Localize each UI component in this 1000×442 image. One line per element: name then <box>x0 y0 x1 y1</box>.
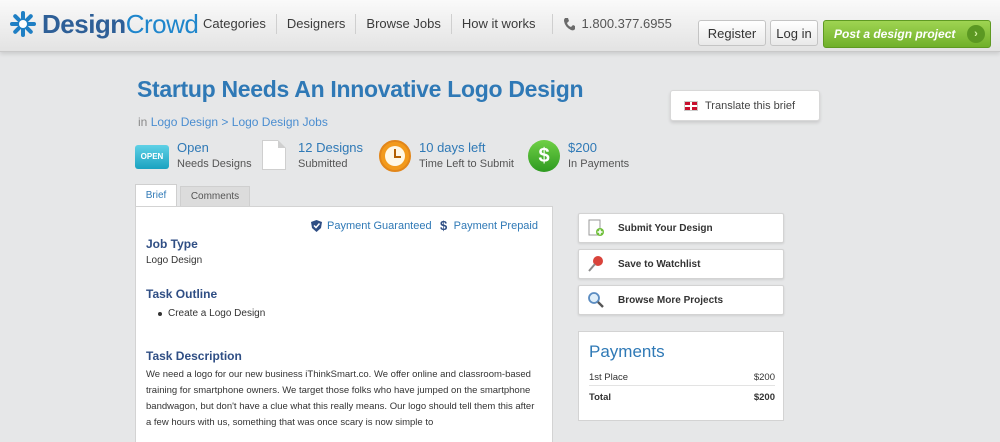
designs-count: 12 Designs <box>298 140 364 155</box>
document-icon <box>262 140 286 170</box>
page-title: Startup Needs An Innovative Logo Design <box>137 76 584 102</box>
stat-status: OPEN Open Needs Designs <box>135 140 252 170</box>
payment-value: $200 <box>568 140 597 155</box>
post-design-project-button[interactable]: Post a design project › <box>823 20 991 48</box>
task-description-heading: Task Description <box>146 349 242 363</box>
dollar-icon: $ <box>528 140 560 172</box>
payment-guaranteed[interactable]: Payment Guaranteed <box>311 219 432 232</box>
time-left-label: Time Left to Submit <box>419 158 514 170</box>
breadcrumb-link-logo-design[interactable]: Logo Design <box>151 115 218 129</box>
brief-panel: Payment Guaranteed $ Payment Prepaid Job… <box>135 206 553 442</box>
nav-how-it-works[interactable]: How it works <box>450 14 546 34</box>
phone-number-text: 1.800.377.6955 <box>581 16 672 31</box>
open-badge-icon: OPEN <box>135 145 169 169</box>
pushpin-icon <box>588 256 603 272</box>
chevron-right-icon: › <box>967 25 985 43</box>
tab-brief[interactable]: Brief <box>135 184 177 206</box>
svg-text:$: $ <box>440 219 448 232</box>
clock-icon <box>379 140 411 172</box>
payment-row-label: 1st Place <box>589 372 629 383</box>
magnifier-icon <box>588 292 604 308</box>
designs-label: Submitted <box>298 158 348 170</box>
browse-more-projects-button[interactable]: Browse More Projects <box>578 285 784 315</box>
time-left-value: 10 days left <box>419 140 486 155</box>
payment-prepaid[interactable]: $ Payment Prepaid <box>440 219 538 232</box>
payment-label: In Payments <box>568 158 630 170</box>
payment-row-1st-place: 1st Place $200 <box>589 372 775 383</box>
stat-time-left: 10 days left Time Left to Submit <box>379 140 514 172</box>
job-type-value: Logo Design <box>146 255 203 266</box>
save-to-watchlist-button[interactable]: Save to Watchlist <box>578 249 784 279</box>
task-description-text: We need a logo for our new business iThi… <box>146 369 535 428</box>
designcrowd-logo[interactable]: DesignCrowd <box>10 8 199 39</box>
main-nav: Categories Designers Browse Jobs How it … <box>193 14 672 34</box>
payment-total-row: Total $200 <box>589 392 775 403</box>
stat-payment: $ $200 In Payments <box>528 140 629 172</box>
payment-guarantees: Payment Guaranteed $ Payment Prepaid <box>303 219 538 232</box>
post-design-project-label: Post a design project <box>834 27 956 41</box>
job-type-heading: Job Type <box>146 237 198 251</box>
task-outline-item-text: Create a Logo Design <box>168 308 266 319</box>
phone-number: 1.800.377.6955 <box>551 14 672 34</box>
payments-panel: Payments 1st Place $200 Total $200 <box>578 331 784 421</box>
save-to-watchlist-label: Save to Watchlist <box>618 258 701 270</box>
stat-designs: 12 Designs Submitted <box>262 140 363 170</box>
dollar-sign-icon: $ <box>440 219 448 232</box>
payment-guaranteed-label: Payment Guaranteed <box>327 219 432 232</box>
logo-wordmark: DesignCrowd <box>42 8 199 39</box>
submit-document-icon <box>588 219 604 236</box>
uk-flag-icon <box>684 100 698 111</box>
task-outline-item: Create a Logo Design <box>158 308 265 319</box>
status-label: Needs Designs <box>177 158 252 170</box>
breadcrumb-prefix: in <box>138 115 148 129</box>
task-outline-heading: Task Outline <box>146 287 218 301</box>
top-navigation-bar: DesignCrowd Categories Designers Browse … <box>0 0 1000 52</box>
payment-total-amount: $200 <box>753 392 775 403</box>
nav-browse-jobs[interactable]: Browse Jobs <box>355 14 450 34</box>
browse-more-projects-label: Browse More Projects <box>618 294 724 306</box>
tab-comments[interactable]: Comments <box>180 186 250 206</box>
nav-categories[interactable]: Categories <box>193 14 276 34</box>
login-button[interactable]: Log in <box>770 20 818 46</box>
payment-row-amount: $200 <box>753 372 775 383</box>
translate-brief-button[interactable]: Translate this brief <box>670 90 820 121</box>
phone-icon <box>563 18 575 31</box>
payment-total-label: Total <box>589 392 611 403</box>
shield-icon <box>311 219 323 232</box>
translate-brief-label: Translate this brief <box>705 99 796 112</box>
submit-your-design-button[interactable]: Submit Your Design <box>578 213 784 243</box>
register-button[interactable]: Register <box>698 20 766 46</box>
payments-divider <box>589 385 775 386</box>
payments-title: Payments <box>589 342 665 361</box>
payment-prepaid-label: Payment Prepaid <box>453 219 538 232</box>
status-value: Open <box>177 140 209 155</box>
breadcrumb-separator: > <box>221 115 229 129</box>
breadcrumb: in Logo Design > Logo Design Jobs <box>138 115 328 129</box>
logo-burst-icon <box>10 11 36 37</box>
breadcrumb-link-logo-design-jobs[interactable]: Logo Design Jobs <box>232 115 328 129</box>
submit-your-design-label: Submit Your Design <box>618 222 713 234</box>
nav-designers[interactable]: Designers <box>275 14 356 34</box>
